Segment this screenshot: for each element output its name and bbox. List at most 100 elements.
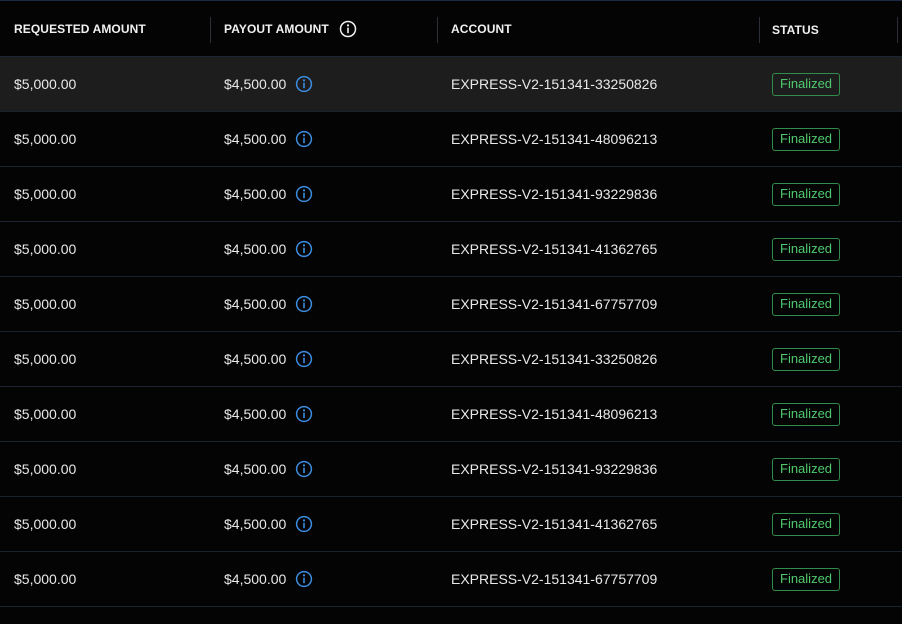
- status-cell: Finalized: [760, 112, 898, 166]
- account-id: EXPRESS-V2-151341-93229836: [451, 186, 658, 202]
- status-badge: Finalized: [772, 347, 841, 371]
- payout-amount-cell: $4,500.00: [211, 497, 438, 551]
- info-circle-icon[interactable]: [295, 185, 313, 203]
- requested-amount-value: $5,000.00: [14, 571, 77, 587]
- status-badge: Finalized: [772, 457, 841, 481]
- requested-amount-cell: $5,000.00: [0, 167, 211, 221]
- status-cell: Finalized: [760, 442, 898, 496]
- payout-amount-cell: $4,500.00: [211, 222, 438, 276]
- requested-amount-cell: $5,000.00: [0, 112, 211, 166]
- payout-amount-value: $4,500.00: [224, 461, 287, 477]
- account-id: EXPRESS-V2-151341-48096213: [451, 406, 658, 422]
- requested-amount-cell: $5,000.00: [0, 277, 211, 331]
- header-requested-amount-label: REQUESTED AMOUNT: [14, 21, 146, 36]
- payout-amount-cell: $4,500.00: [211, 442, 438, 496]
- info-circle-icon[interactable]: [295, 460, 313, 478]
- payout-amount-cell: $4,500.00: [211, 167, 438, 221]
- account-cell: EXPRESS-V2-151341-48096213: [438, 387, 760, 441]
- account-id: EXPRESS-V2-151341-48096213: [451, 131, 658, 147]
- account-cell: EXPRESS-V2-151341-41362765: [438, 222, 760, 276]
- payout-amount-value: $4,500.00: [224, 186, 287, 202]
- status-cell: Finalized: [760, 57, 898, 111]
- table-row[interactable]: $5,000.00 $4,500.00 EXPRESS-V2-151341-93…: [0, 167, 902, 222]
- header-account[interactable]: ACCOUNT: [438, 1, 760, 57]
- status-badge: Finalized: [772, 127, 841, 151]
- info-circle-icon[interactable]: [339, 20, 357, 38]
- payout-amount-value: $4,500.00: [224, 516, 287, 532]
- table-row[interactable]: $5,000.00 $4,500.00 EXPRESS-V2-151341-41…: [0, 497, 902, 552]
- requested-amount-cell: $5,000.00: [0, 442, 211, 496]
- header-status[interactable]: STATUS: [760, 1, 898, 57]
- status-cell: Finalized: [760, 497, 898, 551]
- status-cell: Finalized: [760, 167, 898, 221]
- status-cell: Finalized: [760, 387, 898, 441]
- header-account-label: ACCOUNT: [451, 21, 512, 36]
- account-id: EXPRESS-V2-151341-33250826: [451, 351, 658, 367]
- account-cell: EXPRESS-V2-151341-67757709: [438, 277, 760, 331]
- info-circle-icon[interactable]: [295, 515, 313, 533]
- requested-amount-value: $5,000.00: [14, 76, 77, 92]
- account-id: EXPRESS-V2-151341-67757709: [451, 296, 658, 312]
- payout-amount-cell: $4,500.00: [211, 387, 438, 441]
- status-badge: Finalized: [772, 237, 841, 261]
- status-badge: Finalized: [772, 402, 841, 426]
- account-id: EXPRESS-V2-151341-93229836: [451, 461, 658, 477]
- payout-amount-cell: $4,500.00: [211, 332, 438, 386]
- account-cell: EXPRESS-V2-151341-67757709: [438, 552, 760, 606]
- info-circle-icon[interactable]: [295, 130, 313, 148]
- account-cell: EXPRESS-V2-151341-41362765: [438, 497, 760, 551]
- table-row[interactable]: $5,000.00 $4,500.00 EXPRESS-V2-151341-41…: [0, 222, 902, 277]
- table-row[interactable]: $5,000.00 $4,500.00 EXPRESS-V2-151341-67…: [0, 277, 902, 332]
- table-row[interactable]: $5,000.00 $4,500.00 EXPRESS-V2-151341-33…: [0, 332, 902, 387]
- info-circle-icon[interactable]: [295, 295, 313, 313]
- status-cell: Finalized: [760, 277, 898, 331]
- info-circle-icon[interactable]: [295, 405, 313, 423]
- info-circle-icon[interactable]: [295, 350, 313, 368]
- payout-amount-cell: $4,500.00: [211, 552, 438, 606]
- account-id: EXPRESS-V2-151341-33250826: [451, 76, 658, 92]
- info-circle-icon[interactable]: [295, 240, 313, 258]
- table-header: REQUESTED AMOUNT PAYOUT AMOUNT ACCOUNT S…: [0, 1, 902, 57]
- requested-amount-value: $5,000.00: [14, 461, 77, 477]
- requested-amount-value: $5,000.00: [14, 516, 77, 532]
- payout-amount-value: $4,500.00: [224, 571, 287, 587]
- status-badge: Finalized: [772, 512, 841, 536]
- payout-amount-value: $4,500.00: [224, 241, 287, 257]
- payout-amount-cell: $4,500.00: [211, 277, 438, 331]
- status-cell: Finalized: [760, 332, 898, 386]
- payout-amount-cell: $4,500.00: [211, 112, 438, 166]
- account-cell: EXPRESS-V2-151341-48096213: [438, 112, 760, 166]
- table-row[interactable]: $5,000.00 $4,500.00 EXPRESS-V2-151341-33…: [0, 57, 902, 112]
- payout-amount-cell: $4,500.00: [211, 57, 438, 111]
- requested-amount-cell: $5,000.00: [0, 387, 211, 441]
- account-cell: EXPRESS-V2-151341-33250826: [438, 332, 760, 386]
- requested-amount-cell: $5,000.00: [0, 552, 211, 606]
- status-badge: Finalized: [772, 182, 841, 206]
- account-cell: EXPRESS-V2-151341-33250826: [438, 57, 760, 111]
- table-row[interactable]: $5,000.00 $4,500.00 EXPRESS-V2-151341-48…: [0, 387, 902, 442]
- column-divider[interactable]: [897, 16, 898, 43]
- account-cell: EXPRESS-V2-151341-93229836: [438, 442, 760, 496]
- requested-amount-cell: $5,000.00: [0, 497, 211, 551]
- requested-amount-value: $5,000.00: [14, 241, 77, 257]
- status-cell: Finalized: [760, 222, 898, 276]
- requested-amount-value: $5,000.00: [14, 296, 77, 312]
- payout-amount-value: $4,500.00: [224, 351, 287, 367]
- info-circle-icon[interactable]: [295, 75, 313, 93]
- payouts-table: REQUESTED AMOUNT PAYOUT AMOUNT ACCOUNT S…: [0, 0, 902, 624]
- account-id: EXPRESS-V2-151341-67757709: [451, 571, 658, 587]
- requested-amount-cell: $5,000.00: [0, 222, 211, 276]
- account-cell: EXPRESS-V2-151341-93229836: [438, 167, 760, 221]
- header-requested-amount[interactable]: REQUESTED AMOUNT: [0, 1, 211, 57]
- table-row[interactable]: $5,000.00 $4,500.00 EXPRESS-V2-151341-48…: [0, 112, 902, 167]
- table-row[interactable]: $5,000.00 $4,500.00 EXPRESS-V2-151341-67…: [0, 552, 902, 607]
- requested-amount-cell: $5,000.00: [0, 57, 211, 111]
- account-id: EXPRESS-V2-151341-41362765: [451, 516, 658, 532]
- header-payout-amount[interactable]: PAYOUT AMOUNT: [211, 1, 438, 57]
- status-badge: Finalized: [772, 72, 841, 96]
- requested-amount-cell: $5,000.00: [0, 332, 211, 386]
- payout-amount-value: $4,500.00: [224, 406, 287, 422]
- table-row[interactable]: $5,000.00 $4,500.00 EXPRESS-V2-151341-93…: [0, 442, 902, 497]
- requested-amount-value: $5,000.00: [14, 406, 77, 422]
- info-circle-icon[interactable]: [295, 570, 313, 588]
